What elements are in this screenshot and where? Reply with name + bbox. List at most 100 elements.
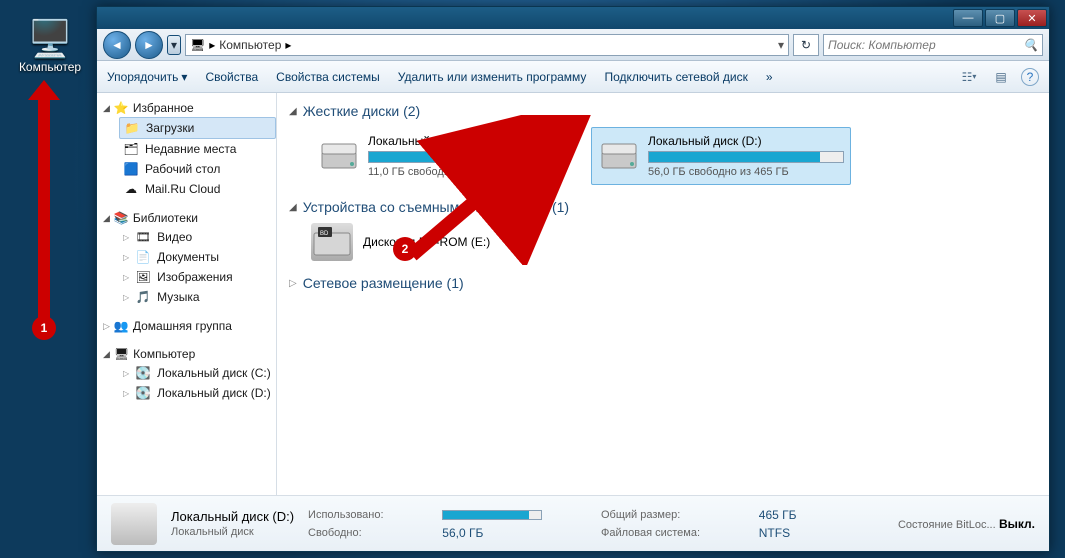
refresh-button[interactable]: ↻ [793, 34, 819, 56]
organize-menu[interactable]: Упорядочить ▾ [107, 70, 187, 84]
nav-music[interactable]: ▷ 🎵 Музыка [119, 287, 276, 307]
explorer-window: — ▢ ✕ ◄ ► ▾ 🖥 ▸ Компьютер ▸ ▾ ↻ Поиск: К… [96, 6, 1050, 552]
pictures-icon: 🖼 [135, 269, 151, 285]
history-dropdown[interactable]: ▾ [167, 35, 181, 55]
properties-button[interactable]: Свойства [205, 70, 258, 84]
recent-icon: 🗂 [123, 141, 139, 157]
minimize-button[interactable]: — [953, 9, 983, 27]
nav-mailru-cloud[interactable]: ☁ Mail.Ru Cloud [119, 179, 276, 199]
nav-homegroup: ▷ 👥 Домашняя группа [97, 317, 276, 335]
nav-item-label: Документы [157, 250, 219, 264]
address-chevron-icon: ▸ [209, 38, 215, 52]
overflow-button[interactable]: » [766, 70, 773, 84]
nav-pictures[interactable]: ▷ 🖼 Изображения [119, 267, 276, 287]
monitor-icon: 🖥️ [18, 18, 82, 60]
library-icon: 📚 [114, 211, 129, 225]
drive-c[interactable]: Локальный диск (C:) 11,0 ГБ свободно из … [311, 127, 571, 185]
triangle-right-icon: ▷ [123, 293, 129, 302]
map-network-drive-button[interactable]: Подключить сетевой диск [604, 70, 747, 84]
drive-name: Локальный диск (C:) [368, 134, 564, 148]
used-bar [442, 510, 542, 520]
hard-disks-header[interactable]: ◢ Жесткие диски (2) [289, 103, 1037, 119]
titlebar[interactable]: — ▢ ✕ [97, 7, 1049, 29]
nav-item-label: Недавние места [145, 142, 236, 156]
nav-computer-header[interactable]: ◢ 🖥 Компьютер [97, 345, 276, 363]
triangle-down-icon: ◢ [103, 103, 110, 114]
nav-item-label: Видео [157, 230, 192, 244]
help-button[interactable]: ? [1021, 68, 1039, 86]
bitlocker-value: Выкл. [999, 517, 1035, 531]
drive-icon: 💽 [135, 365, 151, 381]
nav-libraries-header[interactable]: ◢ 📚 Библиотеки [97, 209, 276, 227]
bd-rom-drive[interactable]: BD Дисковод BD-ROM (E:) [311, 223, 1037, 261]
refresh-icon: ↻ [801, 38, 811, 52]
section-label: Сетевое размещение (1) [303, 275, 464, 291]
document-icon: 📄 [135, 249, 151, 265]
details-pane: Локальный диск (D:) Локальный диск Испол… [97, 495, 1049, 551]
nav-computer: ◢ 🖥 Компьютер ▷ 💽 Локальный диск (C:) ▷ … [97, 345, 276, 403]
hard-drive-icon [598, 134, 640, 176]
annotation-arrow-1 [38, 98, 50, 323]
hard-drive-icon [318, 134, 360, 176]
forward-button[interactable]: ► [135, 31, 163, 59]
uninstall-program-button[interactable]: Удалить или изменить программу [398, 70, 587, 84]
nav-drive-d[interactable]: ▷ 💽 Локальный диск (D:) [119, 383, 276, 403]
nav-desktop[interactable]: 🟦 Рабочий стол [119, 159, 276, 179]
help-icon: ? [1027, 70, 1034, 84]
nav-homegroup-label: Домашняя группа [133, 319, 232, 333]
nav-documents[interactable]: ▷ 📄 Документы [119, 247, 276, 267]
triangle-right-icon: ▷ [123, 389, 129, 398]
total-label: Общий размер: [601, 509, 729, 521]
desktop-computer-icon[interactable]: 🖥️ Компьютер [18, 18, 82, 74]
desktop-icon-label: Компьютер [18, 60, 82, 74]
annotation-marker-1: 1 [32, 316, 56, 340]
cloud-icon: ☁ [123, 181, 139, 197]
bitlocker-label: Состояние BitLoc... [898, 519, 996, 531]
navbar: ◄ ► ▾ 🖥 ▸ Компьютер ▸ ▾ ↻ Поиск: Компьют… [97, 29, 1049, 61]
svg-text:BD: BD [320, 231, 329, 237]
nav-downloads[interactable]: 📁 Загрузки [119, 117, 276, 139]
triangle-right-icon: ▷ [123, 233, 129, 242]
view-options-button[interactable]: ☷▾ [957, 67, 981, 87]
nav-item-label: Музыка [157, 290, 199, 304]
removable-header[interactable]: ◢ Устройства со съемными носителями (1) [289, 199, 1037, 215]
nav-recent-places[interactable]: 🗂 Недавние места [119, 139, 276, 159]
preview-pane-button[interactable]: ▤ [989, 67, 1013, 87]
organize-label: Упорядочить [107, 70, 178, 84]
arrow-right-icon: ► [143, 38, 155, 52]
star-icon: ⭐ [114, 101, 129, 115]
breadcrumb[interactable]: Компьютер [219, 38, 281, 52]
nav-libraries: ◢ 📚 Библиотеки ▷ 🎞 Видео ▷ 📄 Документы [97, 209, 276, 307]
drive-free-text: 11,0 ГБ свободно из 55,7 ГБ [368, 166, 564, 178]
drive-icon: 💽 [135, 385, 151, 401]
address-bar[interactable]: 🖥 ▸ Компьютер ▸ ▾ [185, 34, 789, 56]
close-button[interactable]: ✕ [1017, 9, 1047, 27]
network-header[interactable]: ▷ Сетевое размещение (1) [289, 275, 1037, 291]
drive-d[interactable]: Локальный диск (D:) 56,0 ГБ свободно из … [591, 127, 851, 185]
navigation-pane: ◢ ⭐ Избранное 📁 Загрузки 🗂 Недавние мест… [97, 93, 277, 495]
system-properties-button[interactable]: Свойства системы [276, 70, 380, 84]
triangle-right-icon: ▷ [123, 369, 129, 378]
back-button[interactable]: ◄ [103, 31, 131, 59]
nav-video[interactable]: ▷ 🎞 Видео [119, 227, 276, 247]
drive-name: Локальный диск (D:) [648, 134, 844, 148]
triangle-right-icon: ▷ [103, 321, 110, 332]
layout-icon: ☷ [962, 70, 973, 84]
video-icon: 🎞 [135, 229, 151, 245]
chevron-down-icon[interactable]: ▾ [778, 38, 784, 52]
drive-free-text: 56,0 ГБ свободно из 465 ГБ [648, 166, 844, 178]
filesystem-value: NTFS [759, 526, 825, 540]
nav-favorites-header[interactable]: ◢ ⭐ Избранное [97, 99, 276, 117]
address-chevron-icon: ▸ [285, 38, 291, 52]
search-input[interactable]: Поиск: Компьютер 🔍 [823, 34, 1043, 56]
maximize-button[interactable]: ▢ [985, 9, 1015, 27]
chevron-down-icon: ▾ [181, 70, 187, 84]
desktop-icon: 🟦 [123, 161, 139, 177]
nav-computer-label: Компьютер [133, 347, 195, 361]
music-icon: 🎵 [135, 289, 151, 305]
triangle-down-icon: ◢ [289, 106, 297, 117]
nav-drive-c[interactable]: ▷ 💽 Локальный диск (C:) [119, 363, 276, 383]
search-placeholder: Поиск: Компьютер [828, 38, 936, 52]
arrow-left-icon: ◄ [111, 38, 123, 52]
nav-homegroup-header[interactable]: ▷ 👥 Домашняя группа [97, 317, 276, 335]
